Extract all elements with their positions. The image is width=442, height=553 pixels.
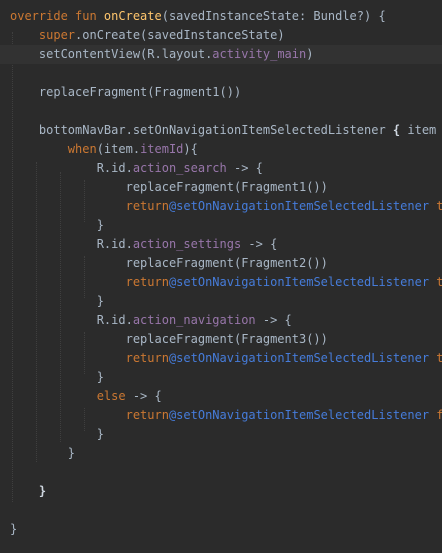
code-token: } <box>10 218 104 232</box>
code-line[interactable]: R.id.action_settings -> { <box>0 235 442 254</box>
code-token: bottomNavBar.setOnNavigationItemSelected… <box>10 123 393 137</box>
code-token: @setOnNavigationItemSelectedListener <box>168 275 430 289</box>
code-token: activity_main <box>212 47 307 61</box>
code-token: } <box>10 427 104 441</box>
code-token: replaceFragment(Fragment1()) <box>10 180 328 194</box>
code-token: setContentView(R.layout. <box>10 47 213 61</box>
code-token: action_search <box>132 161 227 175</box>
code-token: R.id. <box>10 237 133 251</box>
code-token: } <box>10 522 18 536</box>
code-token: -> { <box>226 161 263 175</box>
code-line[interactable]: setContentView(R.layout.activity_main) <box>0 45 442 64</box>
code-line[interactable]: return@setOnNavigationItemSelectedListen… <box>0 273 442 292</box>
code-token: .onCreate(savedInstanceState) <box>75 28 285 42</box>
code-token: -> { <box>255 313 292 327</box>
code-line[interactable]: } <box>0 425 442 444</box>
code-line[interactable]: replaceFragment(Fragment1()) <box>0 178 442 197</box>
code-line[interactable]: } <box>0 520 442 539</box>
code-token: override fun <box>10 9 104 23</box>
code-line[interactable]: replaceFragment(Fragment1()) <box>0 83 442 102</box>
code-token: R.id. <box>10 313 133 327</box>
code-line[interactable]: } <box>0 444 442 463</box>
code-line[interactable]: replaceFragment(Fragment2()) <box>0 254 442 273</box>
code-token: replaceFragment(Fragment1()) <box>10 85 242 99</box>
code-line[interactable]: return@setOnNavigationItemSelectedListen… <box>0 349 442 368</box>
code-token: return <box>125 275 169 289</box>
code-token: true <box>436 199 442 213</box>
code-line[interactable]: } <box>0 292 442 311</box>
code-token: super <box>38 28 76 42</box>
code-line[interactable]: } <box>0 368 442 387</box>
code-token: replaceFragment(Fragment2()) <box>10 256 328 270</box>
code-token: @setOnNavigationItemSelectedListener <box>168 408 430 422</box>
code-token: item -> <box>407 123 437 137</box>
code-token: R.id. <box>10 161 133 175</box>
code-line[interactable]: return@setOnNavigationItemSelectedListen… <box>0 406 442 425</box>
code-token: ) <box>306 47 314 61</box>
code-token: (savedInstanceState: Bundle?) { <box>161 9 386 23</box>
code-line[interactable]: super.onCreate(savedInstanceState) <box>0 26 442 45</box>
code-token: true <box>436 351 442 365</box>
code-token: when <box>67 142 97 156</box>
code-line[interactable]: return@setOnNavigationItemSelectedListen… <box>0 197 442 216</box>
code-line[interactable]: bottomNavBar.setOnNavigationItemSelected… <box>0 121 442 140</box>
code-token: itemId <box>140 142 184 156</box>
code-token: true <box>436 275 442 289</box>
code-token: @setOnNavigationItemSelectedListener <box>168 351 430 365</box>
code-token: -> { <box>125 389 162 403</box>
code-token: return <box>125 199 169 213</box>
code-line[interactable]: else -> { <box>0 387 442 406</box>
code-line[interactable]: R.id.action_navigation -> { <box>0 311 442 330</box>
code-token: action_navigation <box>132 313 256 327</box>
code-line[interactable]: replaceFragment(Fragment3()) <box>0 330 442 349</box>
code-line[interactable]: } <box>0 216 442 235</box>
code-token: } <box>38 484 47 498</box>
code-token: false <box>436 408 442 422</box>
code-token: action_settings <box>132 237 242 251</box>
code-token: replaceFragment(Fragment3()) <box>10 332 328 346</box>
code-token: } <box>10 370 104 384</box>
code-line[interactable]: when(item.itemId){ <box>0 140 442 159</box>
code-token: else <box>96 389 126 403</box>
code-token: ){ <box>183 142 198 156</box>
code-token: return <box>125 351 169 365</box>
code-line[interactable]: override fun onCreate(savedInstanceState… <box>0 7 442 26</box>
code-token: -> { <box>241 237 278 251</box>
code-token: onCreate <box>103 9 162 23</box>
code-token: return <box>125 408 169 422</box>
code-token: @setOnNavigationItemSelectedListener <box>168 199 430 213</box>
code-token: } <box>10 294 104 308</box>
code-line[interactable]: R.id.action_search -> { <box>0 159 442 178</box>
code-editor[interactable]: override fun onCreate(savedInstanceState… <box>0 0 442 553</box>
code-token: (item. <box>96 142 141 156</box>
code-line[interactable]: } <box>0 482 442 501</box>
code-token: } <box>10 446 76 460</box>
